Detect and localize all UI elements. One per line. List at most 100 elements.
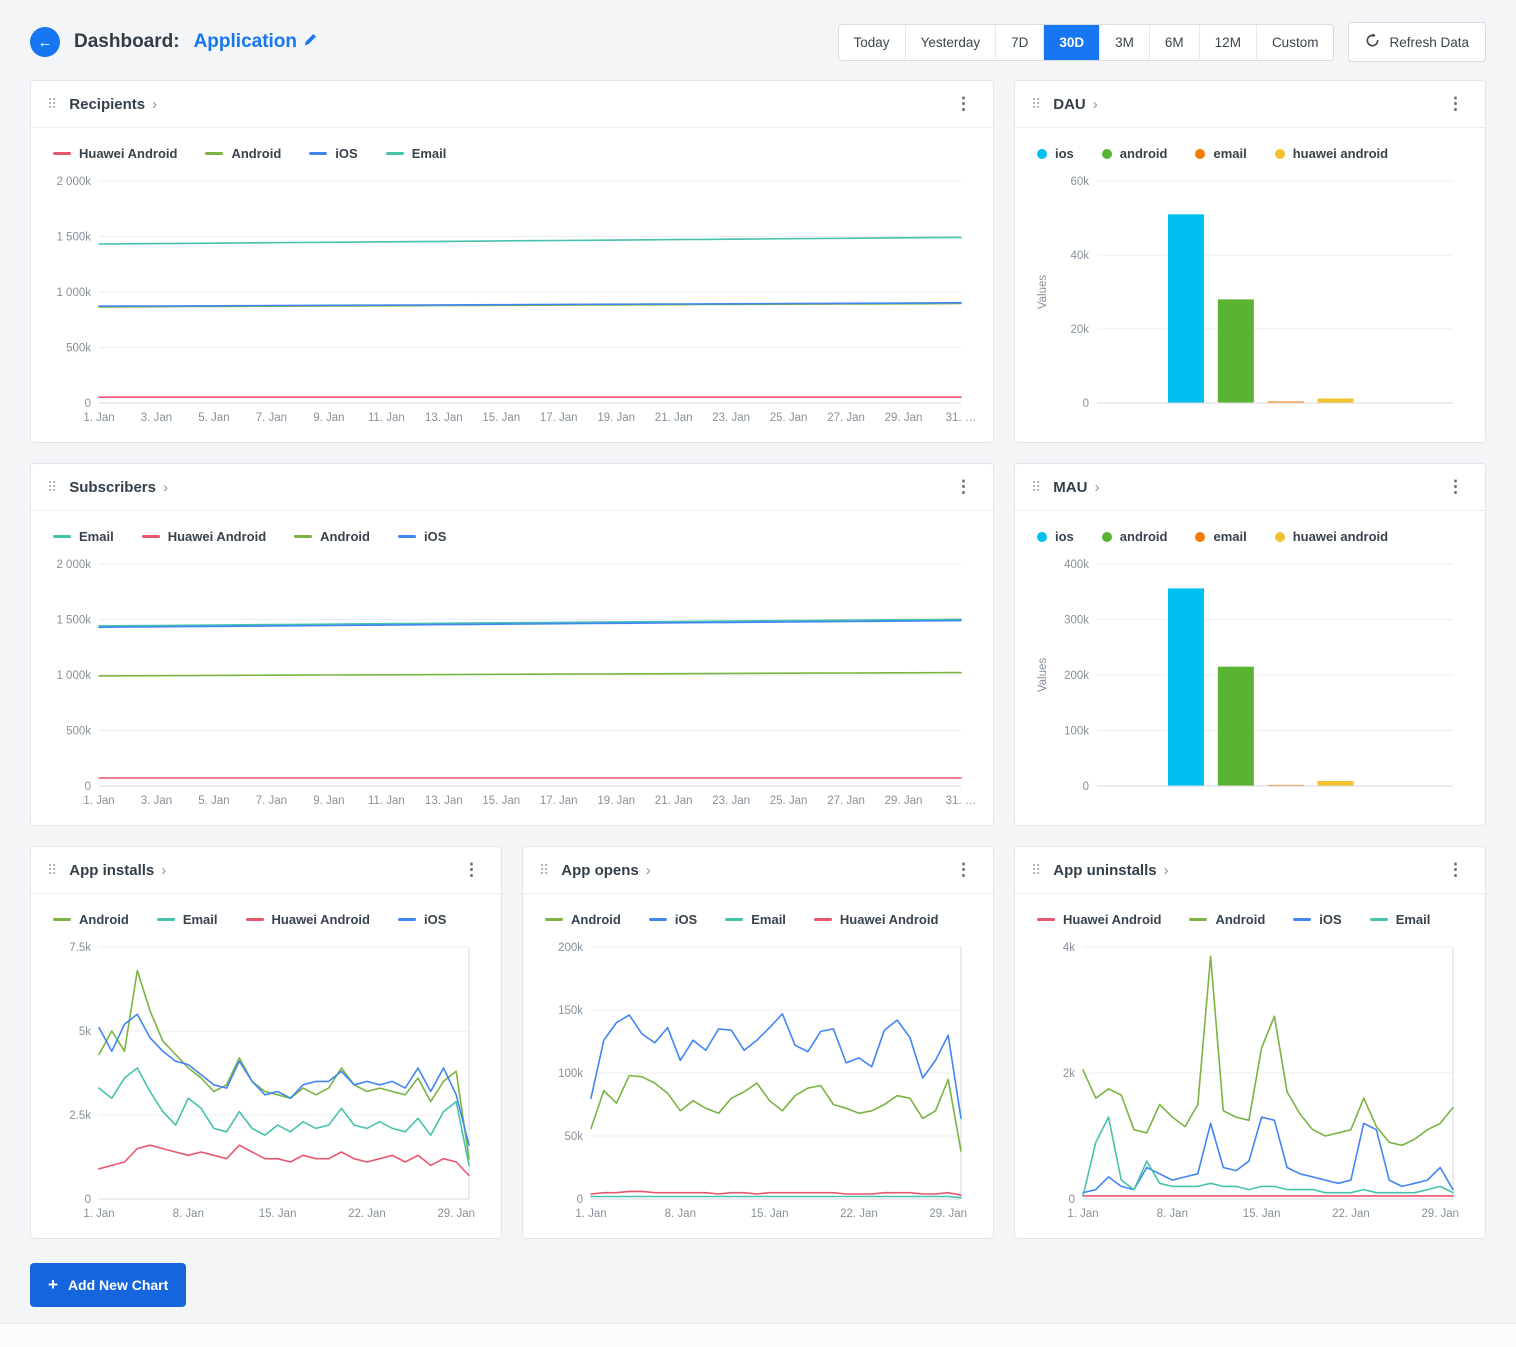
legend-item-huawei-android[interactable]: Huawei Android	[142, 529, 266, 544]
drag-handle-icon[interactable]: ⠿	[1031, 480, 1041, 494]
range-button-12m[interactable]: 12M	[1199, 25, 1256, 60]
legend-item-android[interactable]: Android	[1189, 912, 1265, 927]
range-button-7d[interactable]: 7D	[995, 25, 1043, 60]
card-title-mau[interactable]: MAU ›	[1053, 479, 1099, 496]
legend-item-ios[interactable]: ios	[1037, 529, 1074, 544]
legend-item-huawei-android[interactable]: huawei android	[1275, 529, 1388, 544]
drag-handle-icon[interactable]: ⠿	[1031, 97, 1041, 111]
dau-legend: ios android email huawei android	[1031, 138, 1469, 171]
card-title-subscribers[interactable]: Subscribers ›	[69, 479, 168, 496]
legend-item-android[interactable]: android	[1102, 529, 1168, 544]
legend-item-ios[interactable]: iOS	[309, 146, 357, 161]
legend-item-ios[interactable]: ios	[1037, 146, 1074, 161]
legend-item-email[interactable]: Email	[386, 146, 447, 161]
drag-handle-icon[interactable]: ⠿	[47, 863, 57, 877]
legend-item-ios[interactable]: iOS	[1293, 912, 1341, 927]
card-title-recipients[interactable]: Recipients ›	[69, 96, 157, 113]
legend-swatch	[142, 535, 160, 538]
legend-item-email[interactable]: email	[1195, 529, 1246, 544]
time-range-selector: Today Yesterday 7D 30D 3M 6M 12M Custom	[838, 24, 1335, 61]
refresh-data-button[interactable]: Refresh Data	[1348, 22, 1486, 62]
legend-label: iOS	[1319, 912, 1341, 927]
legend-label: android	[1120, 146, 1168, 161]
svg-text:19. Jan: 19. Jan	[597, 412, 635, 424]
add-new-chart-button[interactable]: + Add New Chart	[30, 1263, 186, 1307]
card-title-app-opens[interactable]: App opens ›	[561, 862, 651, 879]
card-title-app-installs[interactable]: App installs ›	[69, 862, 166, 879]
drag-handle-icon[interactable]: ⠿	[47, 480, 57, 494]
chevron-right-icon: ›	[163, 479, 168, 496]
card-menu-icon[interactable]: ⋮	[1442, 94, 1469, 114]
chevron-right-icon: ›	[646, 862, 651, 879]
legend-item-android[interactable]: Android	[294, 529, 370, 544]
svg-text:8. Jan: 8. Jan	[173, 1208, 204, 1220]
legend-item-ios[interactable]: iOS	[649, 912, 697, 927]
legend-item-android[interactable]: Android	[53, 912, 129, 927]
svg-text:5. Jan: 5. Jan	[198, 412, 229, 424]
svg-text:31. …: 31. …	[946, 412, 977, 424]
legend-item-huawei-android[interactable]: Huawei Android	[246, 912, 370, 927]
card-app-opens: ⠿ App opens › ⋮ Android iOS Email Huawei An…	[522, 846, 994, 1239]
svg-text:0: 0	[1069, 1194, 1075, 1206]
svg-text:100k: 100k	[558, 1068, 583, 1080]
plus-icon: +	[48, 1275, 58, 1295]
edit-pencil-icon[interactable]	[303, 33, 317, 52]
svg-text:200k: 200k	[558, 942, 583, 954]
svg-text:1. Jan: 1. Jan	[575, 1208, 606, 1220]
legend-item-huawei-android[interactable]: Huawei Android	[1037, 912, 1161, 927]
legend-item-email[interactable]: email	[1195, 146, 1246, 161]
svg-text:1 000k: 1 000k	[56, 670, 91, 682]
legend-item-huawei-android[interactable]: Huawei Android	[53, 146, 177, 161]
legend-item-android[interactable]: Android	[205, 146, 281, 161]
dashboard-name-link[interactable]: Application	[194, 31, 317, 53]
range-button-3m[interactable]: 3M	[1099, 25, 1149, 60]
app-uninstalls-chart: 02k4k1. Jan8. Jan15. Jan22. Jan29. Jan	[1031, 937, 1469, 1230]
card-title-app-uninstalls[interactable]: App uninstalls ›	[1053, 862, 1168, 879]
legend-label: Huawei Android	[168, 529, 266, 544]
legend-item-android[interactable]: android	[1102, 146, 1168, 161]
svg-text:25. Jan: 25. Jan	[770, 412, 808, 424]
card-menu-icon[interactable]: ⋮	[950, 860, 977, 880]
card-title-dau[interactable]: DAU ›	[1053, 96, 1098, 113]
legend-item-huawei-android[interactable]: huawei android	[1275, 146, 1388, 161]
card-menu-icon[interactable]: ⋮	[1442, 860, 1469, 880]
mau-legend: ios android email huawei android	[1031, 521, 1469, 554]
card-menu-icon[interactable]: ⋮	[458, 860, 485, 880]
svg-text:15. Jan: 15. Jan	[259, 1208, 297, 1220]
card-menu-icon[interactable]: ⋮	[950, 477, 977, 497]
chevron-right-icon: ›	[161, 862, 166, 879]
svg-text:7.5k: 7.5k	[69, 942, 91, 954]
drag-handle-icon[interactable]: ⠿	[1031, 863, 1041, 877]
svg-text:3. Jan: 3. Jan	[141, 412, 172, 424]
range-button-today[interactable]: Today	[839, 25, 905, 60]
legend-item-email[interactable]: Email	[1370, 912, 1431, 927]
legend-item-huawei-android[interactable]: Huawei Android	[814, 912, 938, 927]
svg-text:Values: Values	[1037, 658, 1049, 693]
legend-label: Email	[183, 912, 218, 927]
range-button-yesterday[interactable]: Yesterday	[905, 25, 996, 60]
legend-label: iOS	[424, 529, 446, 544]
svg-text:15. Jan: 15. Jan	[482, 412, 520, 424]
range-button-custom[interactable]: Custom	[1256, 25, 1334, 60]
refresh-label: Refresh Data	[1389, 35, 1469, 50]
drag-handle-icon[interactable]: ⠿	[47, 97, 57, 111]
svg-text:22. Jan: 22. Jan	[348, 1208, 386, 1220]
svg-text:27. Jan: 27. Jan	[827, 795, 865, 807]
legend-item-ios[interactable]: iOS	[398, 912, 446, 927]
back-button[interactable]: ←	[30, 27, 60, 57]
legend-item-ios[interactable]: iOS	[398, 529, 446, 544]
legend-item-email[interactable]: Email	[53, 529, 114, 544]
range-button-30d[interactable]: 30D	[1043, 25, 1099, 60]
page-title: Dashboard:	[74, 31, 180, 53]
dashboard-name: Application	[194, 31, 297, 53]
legend-item-email[interactable]: Email	[725, 912, 786, 927]
svg-text:2 000k: 2 000k	[56, 176, 91, 188]
legend-item-android[interactable]: Android	[545, 912, 621, 927]
legend-item-email[interactable]: Email	[157, 912, 218, 927]
range-button-6m[interactable]: 6M	[1149, 25, 1199, 60]
legend-label: android	[1120, 529, 1168, 544]
drag-handle-icon[interactable]: ⠿	[539, 863, 549, 877]
card-menu-icon[interactable]: ⋮	[950, 94, 977, 114]
card-dau: ⠿ DAU › ⋮ iosandroidemailhuawei android …	[1014, 80, 1486, 443]
card-menu-icon[interactable]: ⋮	[1442, 477, 1469, 497]
